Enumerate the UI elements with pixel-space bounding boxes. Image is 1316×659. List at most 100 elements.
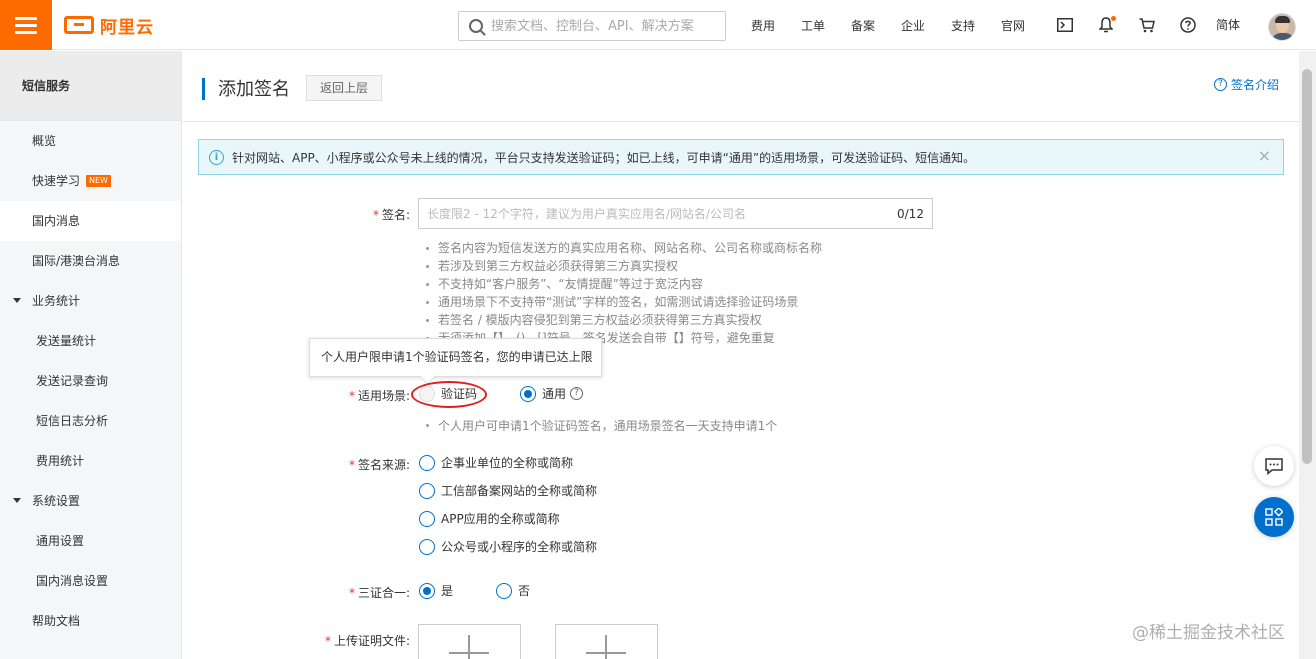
tip-item: 不支持如“客户服务”、“友情提醒”等过于宽泛内容 [425, 275, 822, 293]
source-label: * 签名来源: [348, 458, 410, 472]
radio-circle [419, 454, 435, 471]
sidebar-title: 短信服务 [0, 51, 181, 121]
sidebar-item-label: 通用设置 [36, 534, 85, 548]
char-counter: 0/12 [897, 207, 924, 221]
aliyun-logo[interactable]: 阿里云 [64, 13, 154, 38]
source-radio-website[interactable]: 工信部备案网站的全称或简称 [419, 482, 597, 499]
source-radio-enterprise[interactable]: 企事业单位的全称或简称 [419, 454, 573, 471]
sidebar: 短信服务 概览 快速学习 NEW 国内消息 国际/港澳台消息 业务统计 发送量统计… [0, 51, 182, 659]
bell-icon[interactable] [1085, 0, 1126, 50]
page-title: 添加签名 [218, 79, 290, 100]
sidebar-item-label: 系统设置 [32, 494, 81, 508]
help-icon[interactable] [1167, 0, 1208, 50]
watermark: @稀土掘金技术社区 [1132, 623, 1285, 643]
sidebar-item-label: 国际/港澳台消息 [32, 254, 121, 268]
sidebar-group-business-stats[interactable]: 业务统计 [0, 281, 181, 321]
apps-button[interactable] [1254, 497, 1294, 537]
sidebar-item-label: 国内消息设置 [36, 574, 109, 588]
search-icon [469, 19, 483, 33]
signature-tips: 签名内容为短信发送方的真实应用名称、网站名称、公司名称或商标名称 若涉及到第三方… [425, 239, 823, 347]
sidebar-item-label: 费用统计 [36, 454, 85, 468]
scene-radio-general[interactable]: 通用 ? [520, 385, 584, 402]
tip-item: 签名内容为短信发送方的真实应用名称、网站名称、公司名称或商标名称 [425, 241, 823, 255]
sidebar-item-domestic-messages[interactable]: 国内消息 [0, 201, 181, 241]
sidebar-item-general-settings[interactable]: 通用设置 [0, 521, 181, 561]
info-icon: i [209, 149, 224, 165]
scene-hint: 个人用户可申请1个验证码签名，通用场景签名一天支持申请1个 [425, 419, 778, 433]
sidebar-item-label: 发送记录查询 [36, 374, 109, 388]
nav-link-filing[interactable]: 备案 [838, 17, 888, 34]
chat-button[interactable] [1254, 446, 1294, 486]
sidebar-item-send-volume[interactable]: 发送量统计 [0, 321, 181, 361]
nav-link-tickets[interactable]: 工单 [788, 17, 838, 34]
nav-link-fees[interactable]: 费用 [738, 17, 788, 34]
sidebar-item-international-messages[interactable]: 国际/港澳台消息 [0, 241, 181, 281]
cart-icon[interactable] [1126, 0, 1167, 50]
nav-link-official-site[interactable]: 官网 [988, 17, 1038, 34]
apps-icon [1265, 508, 1283, 526]
sidebar-item-label: 短信日志分析 [36, 414, 109, 428]
radio-circle [496, 582, 512, 599]
title-accent-bar [202, 78, 205, 100]
logo-text: 阿里云 [100, 17, 154, 38]
sidebar-item-quick-learn[interactable]: 快速学习 NEW [0, 161, 181, 201]
main-content: 添加签名 返回上层 ? 签名介绍 i 针对网站、APP、小程序或公众号未上线的情… [183, 51, 1299, 659]
caret-down-icon [13, 498, 21, 503]
tip-item: 通用场景下不支持带“测试”字样的签名，如需测试请选择验证码场景 [425, 293, 822, 311]
new-badge: NEW [86, 174, 111, 187]
sidebar-item-domestic-settings[interactable]: 国内消息设置 [0, 561, 181, 601]
three-in-one-no[interactable]: 否 [496, 582, 530, 599]
signature-intro-label: 签名介绍 [1230, 78, 1279, 92]
avatar[interactable] [1268, 13, 1296, 41]
radio-circle [419, 482, 435, 499]
question-icon: ? [1213, 78, 1227, 91]
source-radio-official-account[interactable]: 公众号或小程序的全称或简称 [419, 538, 597, 555]
top-bar: 阿里云 费用 工单 备案 企业 支持 官网 简体 [0, 0, 1316, 50]
sidebar-item-label: 帮助文档 [32, 614, 81, 628]
radio-circle [419, 538, 435, 555]
sidebar-group-system-settings[interactable]: 系统设置 [0, 481, 181, 521]
sidebar-item-overview[interactable]: 概览 [0, 121, 181, 161]
scrollbar[interactable] [1299, 51, 1316, 659]
three-in-one-yes[interactable]: 是 [419, 582, 453, 599]
sidebar-item-label: 发送量统计 [36, 334, 97, 348]
upload-label: * 上传证明文件: [324, 634, 410, 648]
sidebar-item-fee-stats[interactable]: 费用统计 [0, 441, 181, 481]
source-radio-app[interactable]: APP应用的全称或简称 [419, 510, 560, 527]
sidebar-item-help-docs[interactable]: 帮助文档 [0, 601, 181, 641]
tip-item: 若涉及到第三方权益必须获得第三方真实授权 [425, 257, 822, 275]
nav-link-enterprise[interactable]: 企业 [888, 17, 938, 34]
signature-input[interactable] [418, 198, 933, 229]
sidebar-item-send-records[interactable]: 发送记录查询 [0, 361, 181, 401]
limit-tooltip: 个人用户限申请1个验证码签名，您的申请已达上限 [309, 338, 602, 377]
sidebar-item-label: 概览 [32, 134, 57, 148]
close-icon[interactable]: × [1258, 148, 1271, 164]
signature-intro-link[interactable]: ? 签名介绍 [1213, 76, 1279, 93]
notification-dot [1111, 16, 1116, 21]
menu-icon[interactable] [0, 0, 52, 50]
upload-button-1[interactable] [418, 624, 521, 659]
notice-text: 针对网站、APP、小程序或公众号未上线的情况，平台只支持发送验证码；如已上线，可… [232, 150, 976, 165]
nav-link-support[interactable]: 支持 [938, 17, 988, 34]
tip-item: 若签名 / 模版内容侵犯到第三方权益必须获得第三方真实授权 [425, 311, 822, 329]
highlight-oval [411, 381, 487, 408]
logo-mark-icon [64, 16, 94, 34]
top-nav: 费用 工单 备案 企业 支持 官网 [738, 0, 1038, 50]
sidebar-item-log-analysis[interactable]: 短信日志分析 [0, 401, 181, 441]
chat-icon [1265, 457, 1283, 475]
sidebar-item-label: 国内消息 [32, 214, 81, 228]
upload-button-2[interactable] [555, 624, 658, 659]
search-box[interactable] [458, 11, 726, 41]
top-icons [1044, 0, 1208, 50]
three-in-one-label: * 三证合一: [348, 586, 410, 600]
page-header: 添加签名 返回上层 ? 签名介绍 [183, 51, 1299, 122]
info-notice: i 针对网站、APP、小程序或公众号未上线的情况，平台只支持发送验证码；如已上线… [198, 139, 1284, 175]
back-button[interactable]: 返回上层 [306, 75, 383, 101]
terminal-icon[interactable] [1044, 0, 1085, 50]
language-switch[interactable]: 简体 [1208, 0, 1248, 50]
question-icon[interactable]: ? [570, 387, 584, 400]
scrollbar-thumb[interactable] [1302, 69, 1312, 464]
signature-label: * 签名: [372, 208, 410, 222]
sidebar-item-label: 快速学习 [32, 174, 81, 188]
search-input[interactable] [491, 18, 711, 34]
